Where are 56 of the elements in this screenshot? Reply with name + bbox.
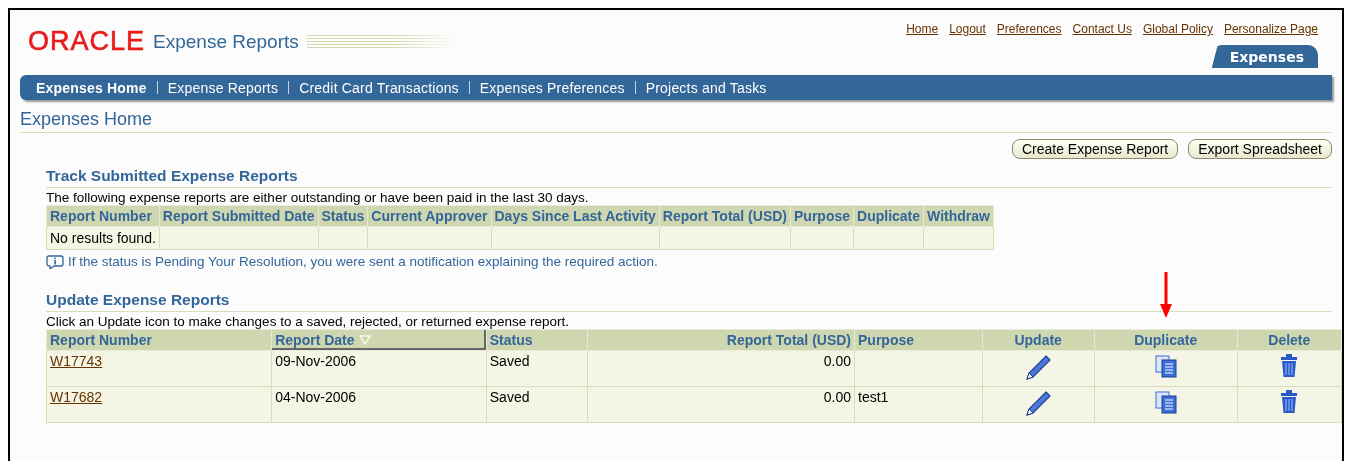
column-header: Report Total (USD)	[659, 205, 791, 227]
nav-link[interactable]: Expenses Preferences	[479, 79, 625, 96]
section-title: Track Submitted Expense Reports	[46, 167, 1332, 188]
tip-text: If the status is Pending Your Resolution, you were sent a notification explaining the required action.	[68, 254, 658, 269]
column-header: Purpose	[790, 205, 854, 227]
column-header[interactable]: Purpose	[854, 329, 983, 351]
app-title: Expense Reports	[153, 30, 299, 53]
expenses-tab[interactable]: Expenses	[1211, 45, 1318, 68]
global-link[interactable]: Home	[906, 22, 939, 36]
trash-icon[interactable]	[1279, 389, 1300, 415]
column-header: Duplicate	[853, 205, 924, 227]
pencil-icon[interactable]	[1024, 389, 1053, 417]
pencil-icon[interactable]	[1024, 353, 1053, 381]
nav-link[interactable]: Expense Reports	[167, 79, 279, 96]
section-title: Update Expense Reports	[46, 291, 1332, 312]
nav-link[interactable]: Expenses Home	[36, 79, 147, 96]
report-number-link[interactable]: W17682	[50, 389, 103, 405]
column-header: Withdraw	[923, 205, 994, 227]
column-header[interactable]: Delete	[1237, 329, 1342, 351]
report-number-link[interactable]: W17743	[50, 353, 103, 369]
page-title: Expenses Home	[20, 109, 1332, 133]
global-link[interactable]: Global Policy	[1142, 22, 1213, 36]
table-cell: No results found.	[46, 226, 160, 250]
info-icon	[46, 254, 64, 269]
table-cell: 0.00	[587, 350, 855, 387]
table-cell: test1	[854, 386, 983, 423]
table-cell: Saved	[486, 350, 587, 387]
column-header[interactable]: Report Number	[46, 329, 272, 351]
column-header[interactable]: Status	[486, 329, 587, 351]
section-description: Click an Update icon to make changes to a saved, rejected, or returned expense report.	[46, 314, 571, 329]
table-cell: 0.00	[587, 386, 855, 423]
column-header: Status	[318, 205, 368, 227]
table-cell: 09-Nov-2006	[271, 350, 487, 387]
column-header: Report Number	[46, 205, 160, 227]
column-header: Report Submitted Date	[159, 205, 319, 227]
copy-icon[interactable]	[1152, 353, 1179, 379]
table-cell: Saved	[486, 386, 587, 423]
copy-icon[interactable]	[1152, 389, 1179, 415]
column-header: Days Since Last Activity	[491, 205, 660, 227]
action-button[interactable]: Export Spreadsheet	[1188, 139, 1332, 159]
global-link[interactable]: Logout	[949, 22, 986, 36]
nav-link[interactable]: Credit Card Transactions	[299, 79, 459, 96]
global-link[interactable]: Personalize Page	[1223, 22, 1318, 36]
table-cell: 04-Nov-2006	[271, 386, 487, 423]
column-header: Current Approver	[367, 205, 491, 227]
oracle-logo: ORACLE	[28, 26, 146, 57]
nav-link[interactable]: Projects and Tasks	[645, 79, 767, 96]
action-button[interactable]: Create Expense Report	[1011, 139, 1179, 159]
column-header[interactable]: Report Date	[271, 329, 487, 351]
trash-icon[interactable]	[1279, 353, 1300, 379]
column-header[interactable]: Update	[982, 329, 1095, 351]
global-link[interactable]: Contact Us	[1072, 22, 1132, 36]
section-description: The following expense reports are either outstanding or have been paid in the last 30 days.	[46, 190, 590, 205]
down-arrow	[1159, 272, 1172, 318]
global-link[interactable]: Preferences	[996, 22, 1062, 36]
column-header[interactable]: Report Total (USD)	[587, 329, 855, 351]
